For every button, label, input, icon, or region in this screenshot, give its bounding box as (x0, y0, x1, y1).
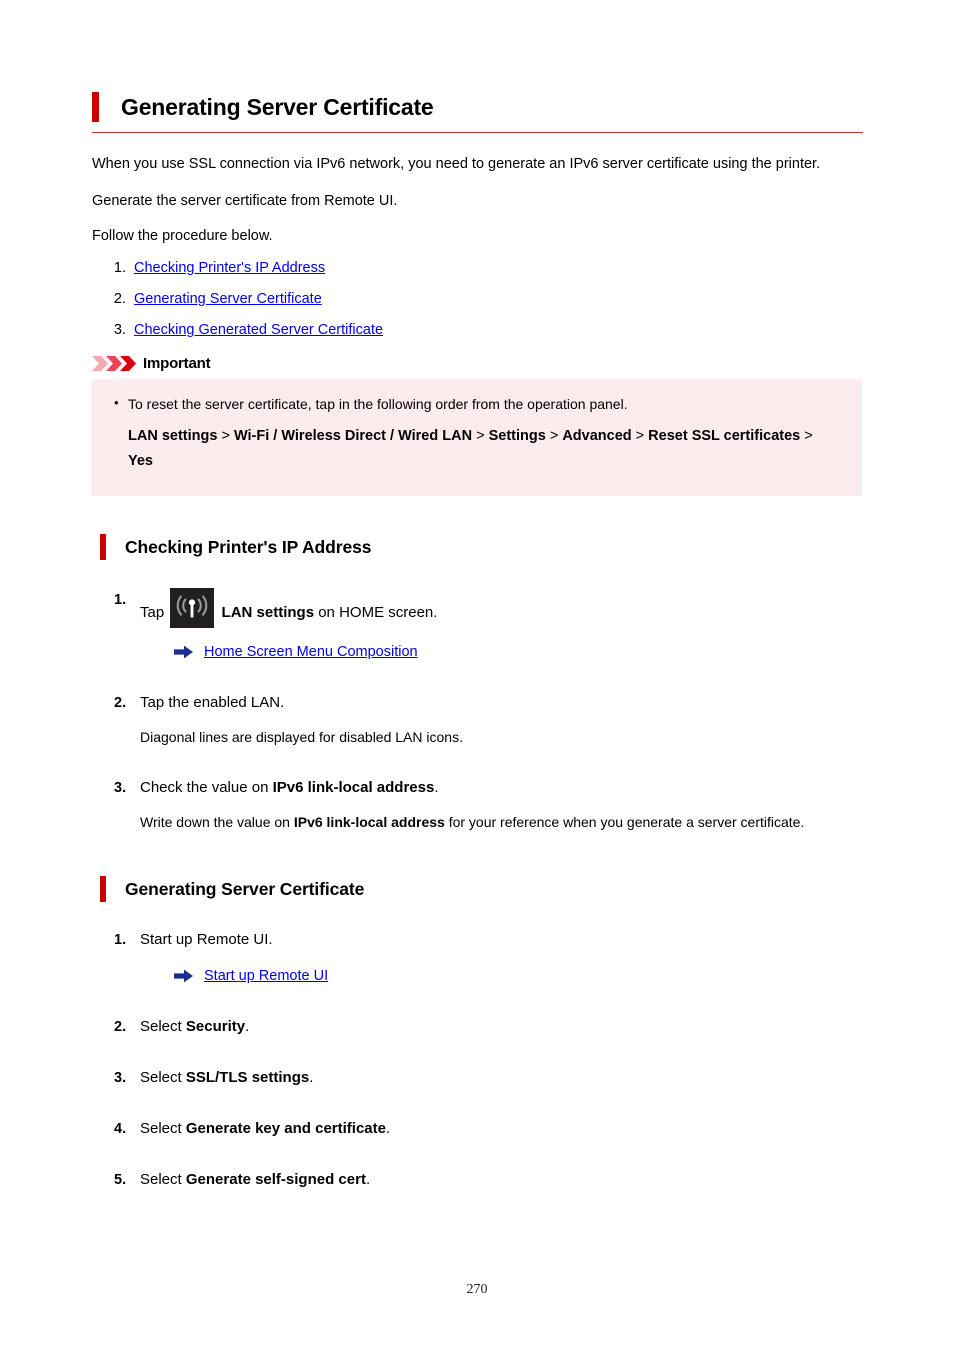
path-segment-wifi-wireless-direct-wired-lan: Wi-Fi / Wireless Direct / Wired LAN (233, 428, 473, 444)
step2-note: Diagonal lines are displayed for disable… (140, 729, 463, 745)
step1-prefix: Tap (140, 604, 165, 621)
path-separator: > (631, 428, 649, 444)
link-checking-printers-ip-address[interactable]: Checking Printer's IP Address (134, 260, 325, 276)
important-bullet-text: To reset the server certificate, tap in … (128, 396, 628, 412)
path-segment-settings: Settings (488, 428, 546, 444)
important-callout: Important To reset the server certificat… (92, 355, 864, 496)
gen-step2-suffix: . (245, 1018, 250, 1035)
step1-suffix: on HOME screen. (318, 604, 438, 621)
section-checking-printers-ip-address: Checking Printer's IP Address Tap LAN se… (92, 534, 864, 834)
step-item-1: Start up Remote UI. Start up Remote UI (114, 928, 864, 988)
step-item-4: Select Generate key and certificate. (114, 1117, 864, 1141)
step3-note-bold: IPv6 link-local address (293, 814, 445, 830)
path-segment-lan-settings: LAN settings (128, 428, 218, 444)
path-segment-yes: Yes (128, 453, 153, 469)
gen-step4-suffix: . (385, 1120, 391, 1137)
intro-paragraph-3: Follow the procedure below. (92, 228, 273, 244)
step3-prefix: Check the value on (140, 779, 269, 796)
step-item-2: Tap the enabled LAN. Diagonal lines are … (114, 691, 864, 749)
important-bullet-list: To reset the server certificate, tap in … (92, 392, 862, 474)
steps-generating-certificate: Start up Remote UI. Start up Remote UI S… (92, 928, 864, 1192)
gen-step5-suffix: . (365, 1171, 371, 1188)
path-separator: > (217, 428, 234, 444)
link-checking-generated-server-certificate[interactable]: Checking Generated Server Certificate (134, 322, 383, 338)
main-content: When you use SSL connection via IPv6 net… (92, 152, 864, 1192)
intro-paragraph-2: Generate the server certificate from Rem… (92, 193, 398, 209)
procedure-link-list: Checking Printer's IP Address Generating… (92, 259, 864, 339)
see-also-start-up-remote-ui: Start up Remote UI (174, 964, 864, 988)
step3-suffix: . (434, 779, 439, 796)
path-segment-advanced: Advanced (562, 428, 632, 444)
link-generating-server-certificate[interactable]: Generating Server Certificate (134, 291, 322, 307)
list-item: To reset the server certificate, tap in … (114, 392, 862, 474)
intro-paragraph-1: When you use SSL connection via IPv6 net… (92, 156, 821, 172)
page-title: Generating Server Certificate (92, 92, 864, 122)
gen-step5-bold-generate-self-signed-cert: Generate self-signed cert (185, 1171, 366, 1188)
step-item-1: Tap LAN settings on HOME screen. Home Sc… (114, 588, 864, 664)
lan-settings-icon (170, 588, 215, 628)
step3-note: Write down the value on IPv6 link-local … (140, 811, 840, 834)
link-start-up-remote-ui[interactable]: Start up Remote UI (204, 964, 328, 988)
link-home-screen-menu-composition[interactable]: Home Screen Menu Composition (204, 640, 418, 664)
see-also-home-screen-menu: Home Screen Menu Composition (174, 640, 864, 664)
page-title-block: Generating Server Certificate (92, 92, 864, 133)
important-header: Important (92, 355, 864, 372)
step3-note-part2: for your reference when you generate a s… (448, 814, 805, 830)
gen-step2-prefix: Select (140, 1018, 182, 1035)
step3-bold-ipv6-link-local-address: IPv6 link-local address (272, 779, 435, 796)
section-heading-generating-server-certificate: Generating Server Certificate (100, 876, 864, 902)
important-label: Important (143, 355, 211, 372)
section-heading-checking-printers-ip-address: Checking Printer's IP Address (100, 534, 864, 560)
path-separator: > (472, 428, 489, 444)
arrow-right-icon (174, 969, 193, 983)
step3-note-part1: Write down the value on (140, 814, 290, 830)
gen-step3-suffix: . (309, 1069, 314, 1086)
step-item-3: Check the value on IPv6 link-local addre… (114, 776, 864, 834)
gen-step5-prefix: Select (140, 1171, 182, 1188)
gen-step3-prefix: Select (140, 1069, 182, 1086)
step-item-2: Select Security. (114, 1015, 864, 1039)
step-item-5: Select Generate self-signed cert. (114, 1168, 864, 1192)
step2-text: Tap the enabled LAN. (140, 694, 285, 711)
list-item: Checking Generated Server Certificate (130, 321, 864, 339)
page-number: 270 (466, 1282, 488, 1297)
list-item: Checking Printer's IP Address (130, 259, 864, 277)
important-setting-path: LAN settings > Wi-Fi / Wireless Direct /… (128, 424, 828, 474)
gen-step2-bold-security: Security (185, 1018, 246, 1035)
path-separator: > (800, 428, 813, 444)
arrow-right-icon (174, 645, 193, 659)
triple-chevron-icon (92, 356, 136, 371)
gen-step1-text: Start up Remote UI. (140, 931, 273, 948)
list-item: Generating Server Certificate (130, 290, 864, 308)
step-item-3: Select SSL/TLS settings. (114, 1066, 864, 1090)
path-separator: > (545, 428, 563, 444)
gen-step3-bold-ssl-tls-settings: SSL/TLS settings (185, 1069, 310, 1086)
section-generating-server-certificate: Generating Server Certificate Start up R… (92, 876, 864, 1192)
path-segment-reset-ssl-certificates: Reset SSL certificates (648, 428, 801, 444)
document-page: Generating Server Certificate When you u… (0, 0, 954, 1350)
title-divider (92, 132, 863, 133)
steps-checking-ip: Tap LAN settings on HOME screen. Home Sc… (92, 588, 864, 834)
gen-step4-prefix: Select (140, 1120, 182, 1137)
important-body: To reset the server certificate, tap in … (92, 379, 862, 496)
step1-bold-lan-settings: LAN settings (221, 604, 315, 621)
gen-step4-bold-generate-key-and-certificate: Generate key and certificate (185, 1120, 386, 1137)
